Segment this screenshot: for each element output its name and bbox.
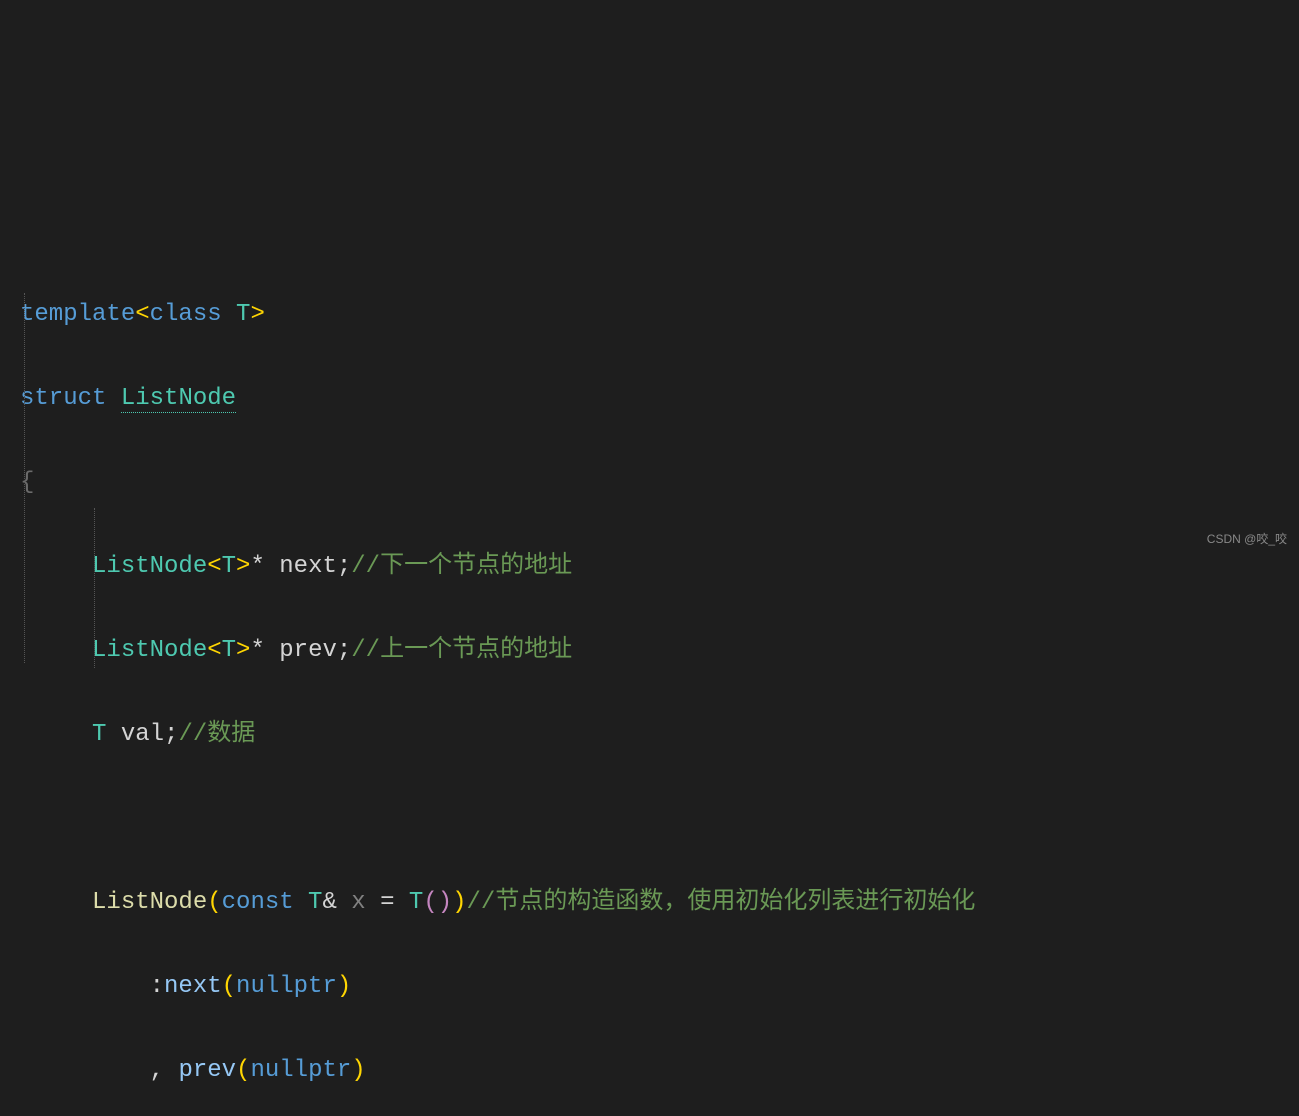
indent (20, 637, 92, 664)
equals: = (380, 889, 394, 916)
space (265, 637, 279, 664)
comment: //节点的构造函数，使用初始化列表进行初始化 (467, 889, 976, 916)
space (366, 889, 380, 916)
angle-open: < (207, 637, 221, 664)
angle-open: < (207, 553, 221, 580)
star: * (250, 637, 264, 664)
variable: prev (279, 637, 337, 664)
paren-open: ( (423, 889, 437, 916)
paren-close: ) (452, 889, 466, 916)
member: next (164, 973, 222, 1000)
semicolon: ; (337, 553, 351, 580)
angle-close: > (236, 553, 250, 580)
nullptr: nullptr (250, 1057, 351, 1084)
space (106, 721, 120, 748)
brace-open: { (20, 469, 34, 496)
type-fn: T (409, 889, 423, 916)
paren-open: ( (207, 889, 221, 916)
indent-colon: : (20, 973, 164, 1000)
comment: //上一个节点的地址 (351, 637, 572, 664)
keyword-const: const (222, 889, 294, 916)
keyword-struct: struct (20, 385, 106, 412)
param-name: x (351, 889, 365, 916)
type-param: T (222, 553, 236, 580)
code-line: ListNode<T>* prev;//上一个节点的地址 (20, 630, 1299, 672)
struct-name: ListNode (121, 385, 236, 413)
paren-close: ) (438, 889, 452, 916)
nullptr: nullptr (236, 973, 337, 1000)
indent (20, 721, 92, 748)
code-line: ListNode<T>* next;//下一个节点的地址 (20, 546, 1299, 588)
type-param: T (294, 889, 323, 916)
comment: //数据 (178, 721, 255, 748)
keyword-class: class (150, 301, 222, 328)
member: prev (178, 1057, 236, 1084)
code-line: , prev(nullptr) (20, 1050, 1299, 1092)
code-block: template<class T> struct ListNode { List… (0, 168, 1299, 1116)
type-param: T (222, 301, 251, 328)
variable: next (279, 553, 337, 580)
paren-close: ) (351, 1057, 365, 1084)
paren-open: ( (236, 1057, 250, 1084)
code-line: T val;//数据 (20, 714, 1299, 756)
code-line: ListNode(const T& x = T())//节点的构造函数，使用初始… (20, 882, 1299, 924)
code-line: { (20, 462, 1299, 504)
amp: & (322, 889, 336, 916)
type-name: ListNode (92, 637, 207, 664)
indent (20, 889, 92, 916)
constructor-name: ListNode (92, 889, 207, 916)
semicolon: ; (337, 637, 351, 664)
indent-guide (24, 293, 25, 663)
type-name: ListNode (92, 553, 207, 580)
space (337, 889, 351, 916)
code-line (20, 798, 1299, 840)
keyword-template: template (20, 301, 135, 328)
angle-close: > (250, 301, 264, 328)
code-line: struct ListNode (20, 378, 1299, 420)
indent (20, 553, 92, 580)
star: * (250, 553, 264, 580)
indent-comma: , (20, 1057, 178, 1084)
variable: val (121, 721, 164, 748)
angle-open: < (135, 301, 149, 328)
comment: //下一个节点的地址 (351, 553, 572, 580)
type-param: T (222, 637, 236, 664)
type-name: T (92, 721, 106, 748)
code-line: template<class T> (20, 294, 1299, 336)
paren-close: ) (337, 973, 351, 1000)
space (265, 553, 279, 580)
space (395, 889, 409, 916)
indent-guide (94, 508, 95, 668)
code-line: :next(nullptr) (20, 966, 1299, 1008)
space (106, 385, 120, 412)
watermark: CSDN @咬_咬 (1207, 529, 1287, 550)
paren-open: ( (222, 973, 236, 1000)
semicolon: ; (164, 721, 178, 748)
angle-close: > (236, 637, 250, 664)
